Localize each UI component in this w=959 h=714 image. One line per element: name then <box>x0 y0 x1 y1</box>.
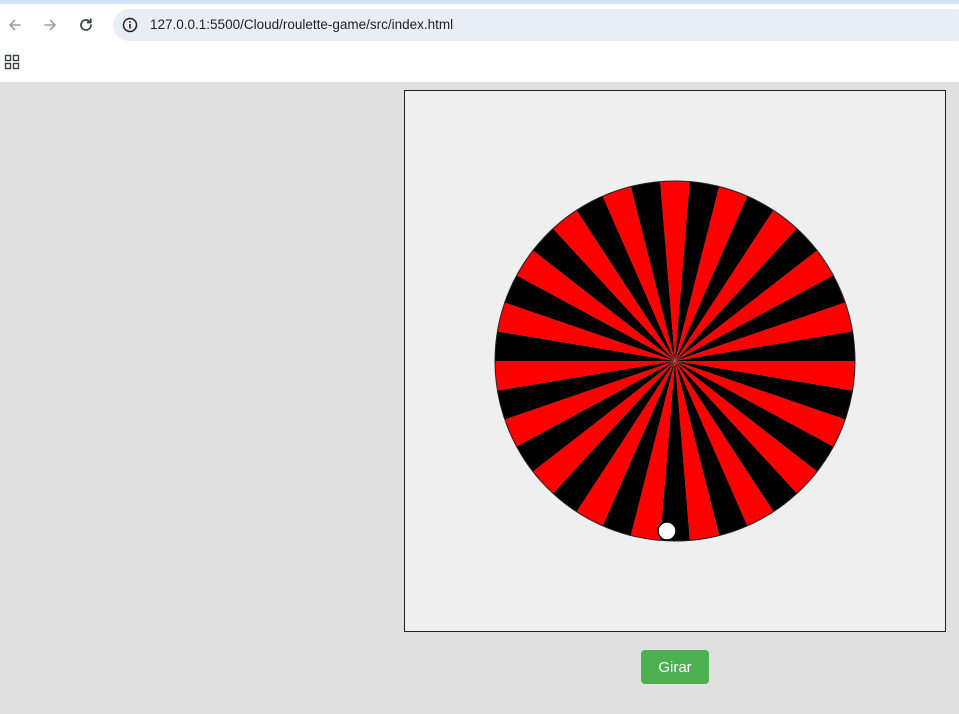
back-button[interactable] <box>2 12 28 38</box>
roulette-ball <box>657 521 677 541</box>
forward-button[interactable] <box>37 12 63 38</box>
reload-button[interactable] <box>73 12 99 38</box>
reload-icon <box>80 18 92 31</box>
url-text[interactable]: 127.0.0.1:5500/Cloud/roulette-game/src/i… <box>150 9 453 41</box>
info-icon[interactable] <box>121 16 139 34</box>
roulette-wheel <box>494 180 856 542</box>
back-arrow-icon <box>9 19 21 31</box>
game-canvas <box>404 90 946 632</box>
spin-button[interactable]: Girar <box>641 650 709 684</box>
apps-grid-icon[interactable] <box>4 54 20 70</box>
window-top-accent <box>0 0 959 4</box>
forward-arrow-icon <box>44 19 56 31</box>
address-bar[interactable]: 127.0.0.1:5500/Cloud/roulette-game/src/i… <box>113 9 959 41</box>
browser-toolbar: 127.0.0.1:5500/Cloud/roulette-game/src/i… <box>0 0 959 82</box>
